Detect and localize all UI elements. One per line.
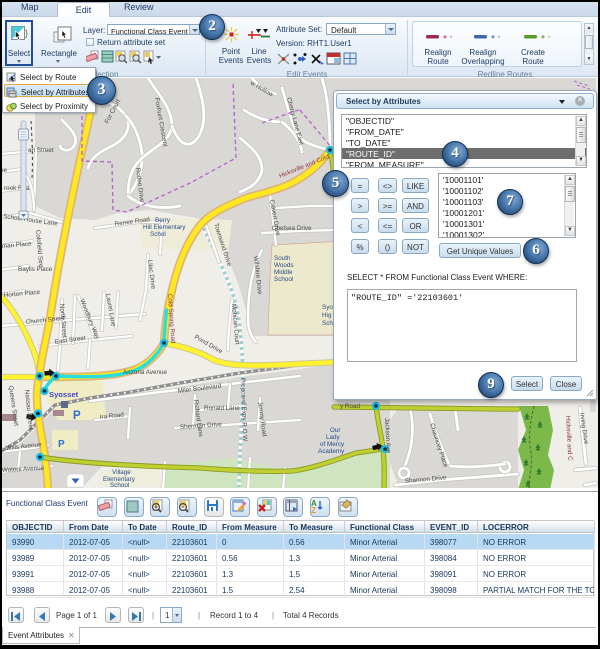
svg-text:Baylis Place: Baylis Place — [18, 266, 53, 273]
svg-text:y Road: y Road — [340, 403, 360, 410]
svg-text:}: } — [25, 28, 28, 38]
svg-text:of Mercy: of Mercy — [320, 441, 345, 448]
svg-text:School: School — [274, 276, 293, 283]
svg-text:P: P — [58, 439, 65, 450]
svg-text:Syosset: Syosset — [49, 390, 79, 399]
svg-text:Lady: Lady — [326, 434, 341, 441]
svg-text:ue: ue — [0, 167, 8, 174]
svg-text:an Street: an Street — [28, 147, 54, 154]
svg-text:Middle: Middle — [274, 269, 293, 276]
svg-text:Academy: Academy — [318, 448, 345, 455]
svg-text:Z: Z — [311, 506, 316, 515]
svg-text:Hig: Hig — [322, 312, 332, 319]
svg-text:Village: Village — [112, 469, 131, 476]
svg-text:P: P — [73, 410, 81, 422]
svg-text:Sch: Sch — [322, 320, 333, 327]
svg-text:Ronald Lane: Ronald Lane — [204, 405, 240, 412]
svg-text:Our: Our — [330, 427, 341, 434]
svg-text:Woods: Woods — [274, 262, 293, 269]
svg-text:Schol: Schol — [150, 231, 166, 238]
svg-text:Berry: Berry — [155, 217, 171, 224]
svg-text:Arizona Avenue: Arizona Avenue — [123, 369, 167, 376]
svg-text:South: South — [274, 255, 291, 262]
svg-text:Hill Elementary: Hill Elementary — [143, 224, 186, 231]
